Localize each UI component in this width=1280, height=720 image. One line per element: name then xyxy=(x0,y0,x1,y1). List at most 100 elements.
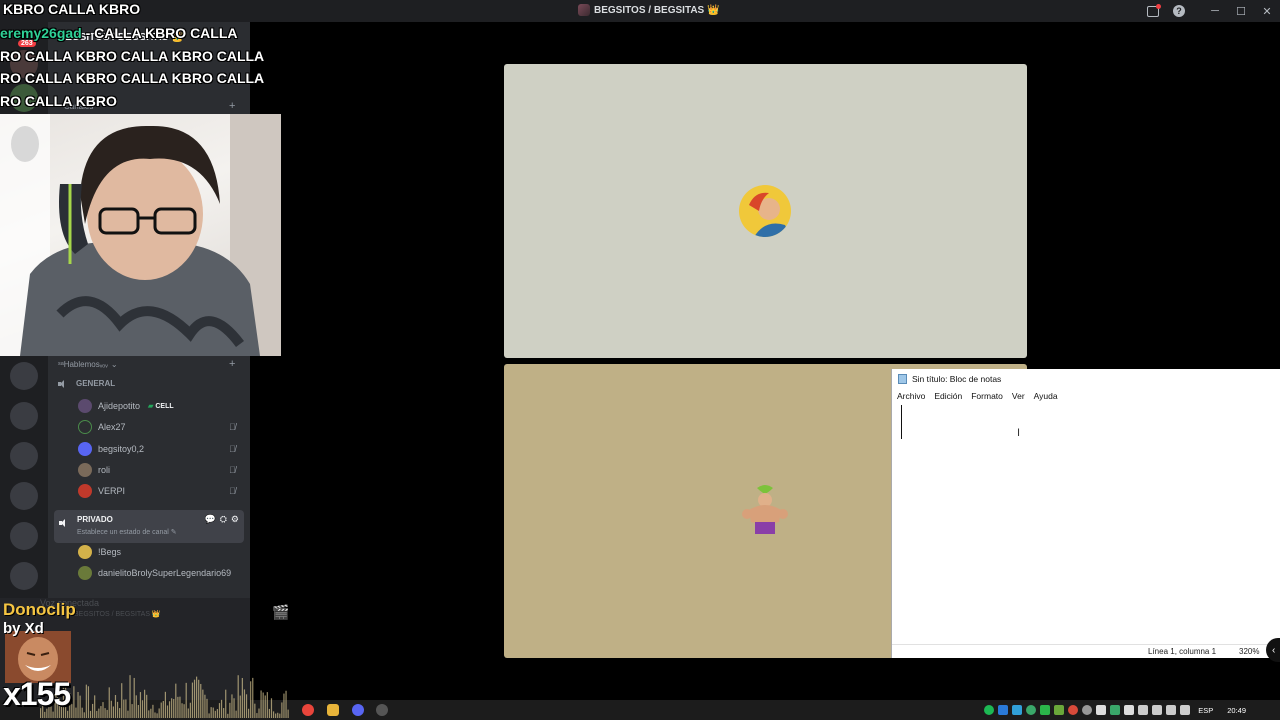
tray-app-icon[interactable] xyxy=(1068,705,1079,715)
chat-line: RO CALLA KBRO CALLA KBRO CALLA xyxy=(0,48,265,64)
broly-avatar[interactable] xyxy=(739,484,791,536)
menu-formato[interactable]: Formato xyxy=(971,391,1003,401)
waveform-bar xyxy=(237,675,239,718)
waveform-bar xyxy=(220,699,223,718)
volume-icon[interactable] xyxy=(1152,705,1163,715)
voice-channel-general[interactable]: GENERAL xyxy=(58,379,115,388)
play-icon[interactable] xyxy=(1040,705,1051,715)
network-icon[interactable] xyxy=(1166,705,1177,715)
server-icon-4[interactable] xyxy=(10,362,38,390)
server-icon-6[interactable] xyxy=(10,442,38,470)
cursor-position: Línea 1, columna 1 xyxy=(1148,647,1217,656)
menu-edicion[interactable]: Edición xyxy=(934,391,962,401)
add-channel-button[interactable]: + xyxy=(229,100,235,112)
username: begsitoy0,2 xyxy=(98,444,145,454)
waveform-bar xyxy=(87,686,90,718)
waveform-bar xyxy=(239,695,241,718)
menu-archivo[interactable]: Archivo xyxy=(897,391,925,401)
menu-ayuda[interactable]: Ayuda xyxy=(1034,391,1058,401)
notepad-menubar: Archivo Edición Formato Ver Ayuda xyxy=(897,391,1058,401)
tray-app-icon[interactable] xyxy=(1110,705,1121,715)
waveform-bar xyxy=(231,694,233,718)
waveform-bar xyxy=(216,709,218,718)
username: Alex27 xyxy=(98,422,126,432)
avatar xyxy=(78,420,92,434)
tray-app-icon[interactable] xyxy=(1082,705,1093,715)
add-voice-channel-button[interactable]: + xyxy=(229,358,235,370)
file-explorer-icon[interactable] xyxy=(327,704,339,716)
server-icon-8[interactable] xyxy=(10,522,38,550)
tray-app-icon[interactable] xyxy=(1124,705,1135,715)
tray-app-icon[interactable] xyxy=(1012,705,1023,715)
obs-icon[interactable] xyxy=(376,704,388,716)
waveform-bar xyxy=(127,710,129,718)
waveform-bar xyxy=(71,704,73,718)
side-panel-handle[interactable]: ‹ xyxy=(1266,638,1280,662)
tray-app-icon[interactable] xyxy=(1026,705,1037,715)
voice-user[interactable]: VERPI xyxy=(78,482,125,500)
microphone-icon[interactable] xyxy=(1138,705,1149,715)
avatar xyxy=(78,463,92,477)
inbox-button[interactable] xyxy=(1140,0,1166,22)
tray-app-icon[interactable] xyxy=(1054,705,1065,715)
notepad-text-area[interactable] xyxy=(896,403,1276,639)
invite-icon[interactable]: ⛭ xyxy=(220,514,227,525)
category-hablemos[interactable]: ˢᵃHablemosᵥₒᵥ ⌄ xyxy=(58,360,118,369)
waveform-bar xyxy=(189,702,191,718)
muted-icon: 🎙̸ xyxy=(229,465,236,475)
waveform-bar xyxy=(146,694,148,718)
waveform-bar xyxy=(227,713,229,718)
webcam-person xyxy=(0,114,281,356)
waveform-bar xyxy=(264,695,266,718)
chat-line: KBRO CALLA KBRO xyxy=(3,1,141,17)
server-icon-5[interactable] xyxy=(10,402,38,430)
gear-icon[interactable]: ⚙ xyxy=(231,514,239,525)
maximize-button[interactable]: ☐ xyxy=(1228,0,1254,22)
menu-ver[interactable]: Ver xyxy=(1012,391,1025,401)
notepad-window[interactable]: Sin título: Bloc de notas Archivo Edició… xyxy=(891,369,1280,658)
waveform-bar xyxy=(250,681,252,718)
muted-icon: 🎙̸ xyxy=(229,422,236,432)
tray-app-icon[interactable] xyxy=(1096,705,1107,715)
server-icon-7[interactable] xyxy=(10,482,38,510)
voice-user[interactable]: danielitoBrolySuperLegendario69 xyxy=(78,564,231,582)
chat-line: RO CALLA KBRO xyxy=(0,93,117,109)
waveform-bar xyxy=(287,709,289,718)
help-button[interactable]: ? xyxy=(1166,0,1192,22)
server-icon-9[interactable] xyxy=(10,562,38,590)
username: roli xyxy=(98,465,111,475)
battery-icon[interactable] xyxy=(1180,705,1191,715)
avatar xyxy=(78,399,92,413)
language-indicator[interactable]: ESP xyxy=(1198,706,1213,715)
waveform-bar xyxy=(214,710,216,718)
voice-user[interactable]: !Begs xyxy=(78,543,121,561)
voice-channel-privado[interactable]: PRIVADO Establece un estado de canal ✎ 💬… xyxy=(54,510,244,543)
channel-status-input[interactable]: Establece un estado de canal ✎ xyxy=(77,528,177,536)
waveform-bar xyxy=(81,707,83,718)
voice-user[interactable]: Ajidepotito ▰ CELL xyxy=(78,397,174,415)
username: VERPI xyxy=(98,486,126,496)
chrome-icon[interactable] xyxy=(302,704,314,716)
voice-user[interactable]: Alex27 xyxy=(78,418,126,436)
waveform-bar xyxy=(154,712,156,718)
chat-icon[interactable]: 💬 xyxy=(205,514,216,525)
zoom-level: 320% xyxy=(1239,647,1260,656)
channel-actions: 💬 ⛭ ⚙ xyxy=(205,514,240,525)
voice-user[interactable]: begsitoy0,2 xyxy=(78,440,144,458)
close-button[interactable]: ✕ xyxy=(1254,0,1280,22)
minimize-button[interactable]: ─ xyxy=(1202,0,1228,22)
user-avatar[interactable] xyxy=(739,185,791,237)
tray-app-icon[interactable] xyxy=(998,705,1009,715)
waveform-bar xyxy=(106,709,108,718)
stage-tile[interactable] xyxy=(504,64,1027,358)
waveform-bar xyxy=(137,704,139,718)
clock[interactable]: 20:49 xyxy=(1227,706,1246,715)
system-tray: ESP 20:49 xyxy=(984,700,1280,720)
discord-icon[interactable] xyxy=(352,704,364,716)
spotify-icon[interactable] xyxy=(984,705,995,715)
waveform-bar xyxy=(168,701,171,718)
voice-user[interactable]: roli xyxy=(78,461,110,479)
username: danielitoBrolySuperLegendario69 xyxy=(98,568,232,578)
waveform-bar xyxy=(198,679,200,718)
waveform-bar xyxy=(73,686,75,718)
